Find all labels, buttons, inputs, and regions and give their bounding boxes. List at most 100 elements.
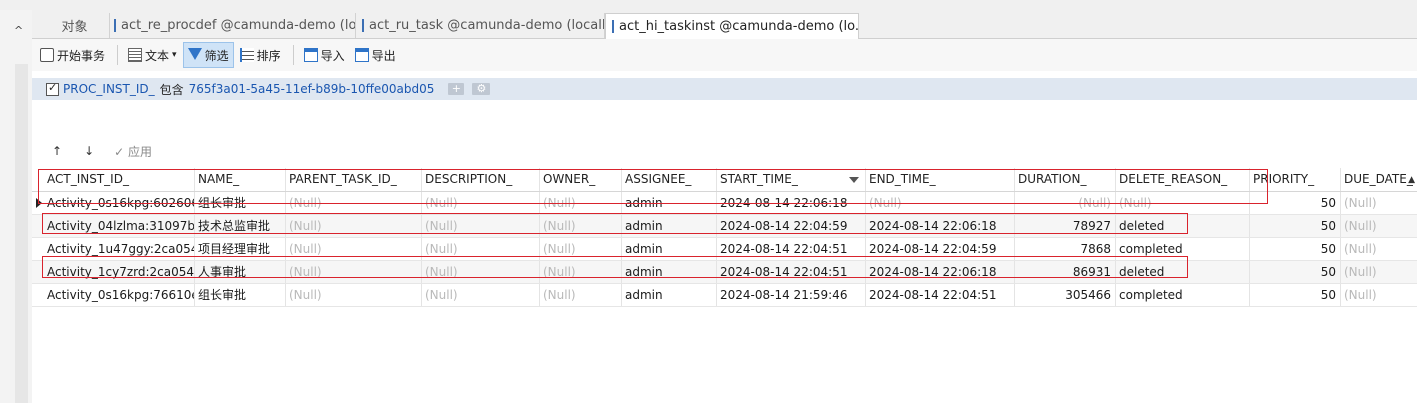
column-header[interactable]: PARENT_TASK_ID_ xyxy=(286,168,422,191)
cell-end-time[interactable]: 2024-08-14 22:04:51 xyxy=(866,284,1015,306)
tab-act-ru-task[interactable]: act_ru_task @camunda-demo (localh... xyxy=(356,13,605,38)
cell-act-inst-id[interactable]: Activity_04lzlma:31097b24 xyxy=(32,215,195,237)
cell-end-time[interactable]: 2024-08-14 22:06:18 xyxy=(866,215,1015,237)
column-header[interactable]: DESCRIPTION_ xyxy=(422,168,540,191)
cell-description[interactable]: (Null) xyxy=(422,215,540,237)
filter-operator[interactable]: 包含 xyxy=(160,81,184,98)
cell-description[interactable]: (Null) xyxy=(422,192,540,214)
cell-due-date[interactable]: (Null) xyxy=(1341,261,1417,283)
table-row[interactable]: Activity_1cy7zrd:2ca0549e 人事审批 (Null) (N… xyxy=(32,261,1417,284)
cell-delete-reason[interactable]: completed xyxy=(1116,238,1250,260)
cell-priority[interactable]: 50 xyxy=(1250,238,1341,260)
column-header[interactable]: PRIORITY_ xyxy=(1250,168,1341,191)
cell-end-time[interactable]: 2024-08-14 22:06:18 xyxy=(866,261,1015,283)
column-header[interactable]: ASSIGNEE_ xyxy=(622,168,717,191)
cell-owner[interactable]: (Null) xyxy=(540,215,622,237)
cell-name[interactable]: 组长审批 xyxy=(195,192,286,214)
column-header[interactable]: END_TIME_ xyxy=(866,168,1015,191)
cell-name[interactable]: 技术总监审批 xyxy=(195,215,286,237)
move-down-icon[interactable]: ↓ xyxy=(84,144,94,158)
text-view-button[interactable]: 文本 ▾ xyxy=(124,43,181,67)
cell-description[interactable]: (Null) xyxy=(422,261,540,283)
filter-field[interactable]: PROC_INST_ID_ xyxy=(63,82,155,96)
filter-enabled-checkbox[interactable] xyxy=(46,81,59,96)
table-row[interactable]: Activity_0s16kpg:76610ec 组长审批 (Null) (Nu… xyxy=(32,284,1417,307)
cell-start-time[interactable]: 2024-08-14 21:59:46 xyxy=(717,284,866,306)
toolbar-separator xyxy=(292,45,294,65)
cell-assignee[interactable]: admin xyxy=(622,284,717,306)
cell-due-date[interactable]: (Null) xyxy=(1341,238,1417,260)
cell-parent-task-id[interactable]: (Null) xyxy=(286,261,422,283)
cell-parent-task-id[interactable]: (Null) xyxy=(286,284,422,306)
collapse-caret-icon[interactable]: ^ xyxy=(14,24,23,37)
move-up-icon[interactable]: ↑ xyxy=(52,144,62,158)
cell-due-date[interactable]: (Null) xyxy=(1341,284,1417,306)
cell-description[interactable]: (Null) xyxy=(422,238,540,260)
column-header[interactable]: OWNER_ xyxy=(540,168,622,191)
column-header[interactable]: NAME_ xyxy=(195,168,286,191)
cell-duration[interactable]: (Null) xyxy=(1015,192,1116,214)
cell-delete-reason[interactable]: deleted xyxy=(1116,261,1250,283)
cell-act-inst-id[interactable]: Activity_0s16kpg:602606d xyxy=(32,192,195,214)
cell-start-time[interactable]: 2024-08-14 22:04:59 xyxy=(717,215,866,237)
cell-name[interactable]: 项目经理审批 xyxy=(195,238,286,260)
cell-start-time[interactable]: 2024-08-14 22:04:51 xyxy=(717,238,866,260)
cell-priority[interactable]: 50 xyxy=(1250,215,1341,237)
cell-delete-reason[interactable]: completed xyxy=(1116,284,1250,306)
cell-start-time[interactable]: 2024-08-14 22:04:51 xyxy=(717,261,866,283)
table-row[interactable]: Activity_04lzlma:31097b24 技术总监审批 (Null) … xyxy=(32,215,1417,238)
sort-button[interactable]: 排序 xyxy=(236,43,285,67)
cell-assignee[interactable]: admin xyxy=(622,238,717,260)
vertical-scrollbar[interactable] xyxy=(15,64,28,403)
cell-parent-task-id[interactable]: (Null) xyxy=(286,238,422,260)
cell-delete-reason[interactable]: deleted xyxy=(1116,215,1250,237)
scroll-up-icon[interactable]: ▲ xyxy=(1408,169,1415,191)
filter-value[interactable]: 765f3a01-5a45-11ef-b89b-10ffe00abd05 xyxy=(189,82,435,96)
cell-act-inst-id[interactable]: Activity_1u47ggy:2ca0549 xyxy=(32,238,195,260)
begin-transaction-button[interactable]: 开始事务 xyxy=(36,43,109,67)
cell-priority[interactable]: 50 xyxy=(1250,261,1341,283)
cell-owner[interactable]: (Null) xyxy=(540,261,622,283)
add-filter-button[interactable]: + xyxy=(448,83,465,95)
cell-duration[interactable]: 7868 xyxy=(1015,238,1116,260)
cell-owner[interactable]: (Null) xyxy=(540,238,622,260)
column-header-sorted[interactable]: START_TIME_ xyxy=(717,168,866,191)
filter-button[interactable]: 筛选 xyxy=(182,42,234,68)
filter-options-icon[interactable]: ⚙ xyxy=(472,83,491,95)
cell-owner[interactable]: (Null) xyxy=(540,284,622,306)
cell-delete-reason[interactable]: (Null) xyxy=(1116,192,1250,214)
export-button[interactable]: 导出 xyxy=(351,43,400,67)
cell-assignee[interactable]: admin xyxy=(622,261,717,283)
cell-end-time[interactable]: (Null) xyxy=(866,192,1015,214)
cell-end-time[interactable]: 2024-08-14 22:04:59 xyxy=(866,238,1015,260)
import-button[interactable]: 导入 xyxy=(300,43,349,67)
cell-act-inst-id[interactable]: Activity_0s16kpg:76610ec xyxy=(32,284,195,306)
cell-duration[interactable]: 86931 xyxy=(1015,261,1116,283)
table-row[interactable]: Activity_0s16kpg:602606d 组长审批 (Null) (Nu… xyxy=(32,192,1417,215)
cell-parent-task-id[interactable]: (Null) xyxy=(286,215,422,237)
column-header[interactable]: DELETE_REASON_ xyxy=(1116,168,1250,191)
cell-assignee[interactable]: admin xyxy=(622,192,717,214)
cell-name[interactable]: 组长审批 xyxy=(195,284,286,306)
cell-parent-task-id[interactable]: (Null) xyxy=(286,192,422,214)
tab-act-hi-taskinst[interactable]: act_hi_taskinst @camunda-demo (lo... xyxy=(605,13,859,39)
cell-owner[interactable]: (Null) xyxy=(540,192,622,214)
tab-act-re-procdef[interactable]: act_re_procdef @camunda-demo (lo... xyxy=(108,13,356,38)
cell-duration[interactable]: 78927 xyxy=(1015,215,1116,237)
table-row[interactable]: Activity_1u47ggy:2ca0549 项目经理审批 (Null) (… xyxy=(32,238,1417,261)
column-header[interactable]: ACT_INST_ID_ xyxy=(32,168,195,191)
cell-due-date[interactable]: (Null) xyxy=(1341,192,1417,214)
apply-button[interactable]: ✓ 应用 xyxy=(114,143,152,160)
tab-objects[interactable]: 对象 xyxy=(40,13,110,38)
cell-act-inst-id[interactable]: Activity_1cy7zrd:2ca0549e xyxy=(32,261,195,283)
cell-start-time[interactable]: 2024-08-14 22:06:18 xyxy=(717,192,866,214)
cell-priority[interactable]: 50 xyxy=(1250,192,1341,214)
cell-description[interactable]: (Null) xyxy=(422,284,540,306)
cell-priority[interactable]: 50 xyxy=(1250,284,1341,306)
column-header[interactable]: DUE_DATE_ ▲ xyxy=(1341,168,1417,191)
cell-assignee[interactable]: admin xyxy=(622,215,717,237)
cell-name[interactable]: 人事审批 xyxy=(195,261,286,283)
cell-due-date[interactable]: (Null) xyxy=(1341,215,1417,237)
column-header[interactable]: DURATION_ xyxy=(1015,168,1116,191)
cell-duration[interactable]: 305466 xyxy=(1015,284,1116,306)
